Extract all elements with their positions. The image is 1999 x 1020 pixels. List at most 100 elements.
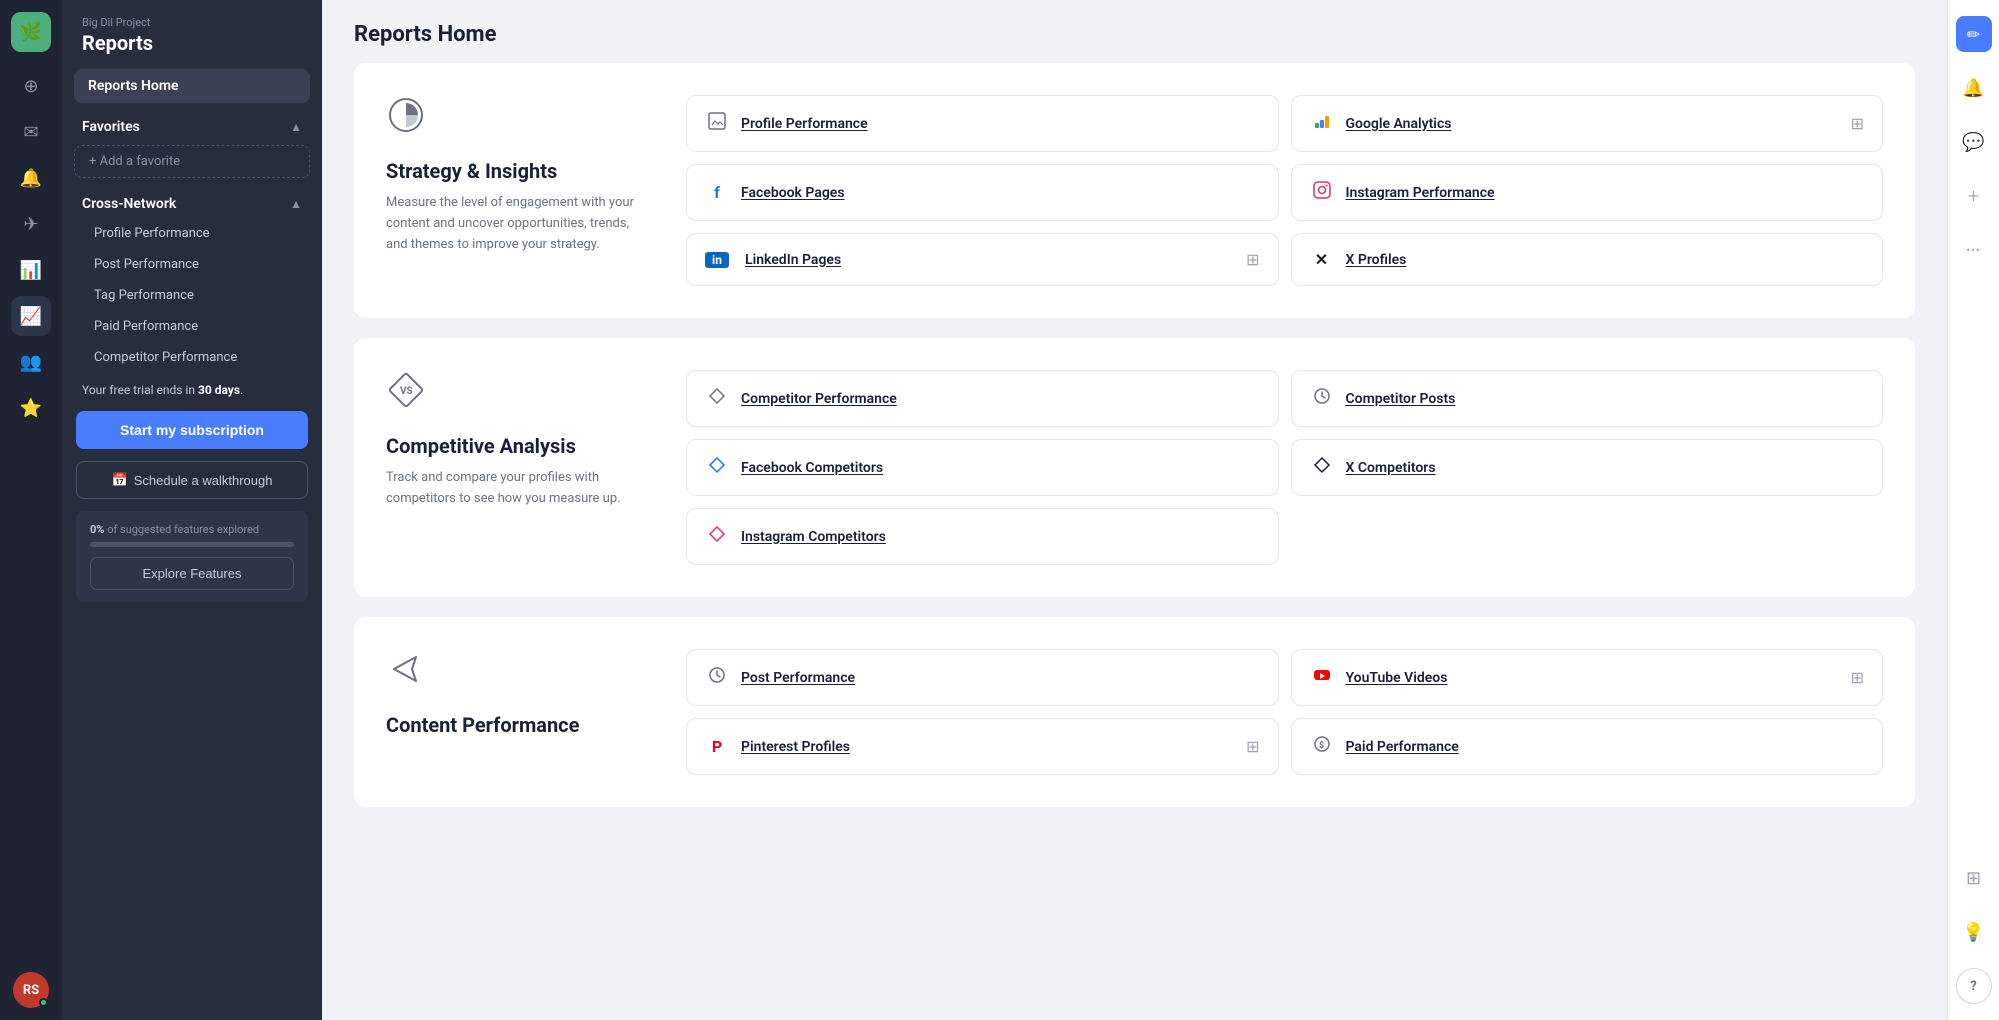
progress-card: 0% of suggested features explored Explor…: [76, 511, 308, 602]
competitor-performance-icon: [705, 387, 729, 410]
google-analytics-icon: [1310, 112, 1334, 135]
report-facebook-competitors[interactable]: Facebook Competitors: [686, 439, 1279, 496]
report-profile-performance[interactable]: Profile Performance: [686, 95, 1279, 152]
competitive-title: Competitive Analysis: [386, 434, 646, 458]
facebook-competitors-icon: [705, 456, 729, 479]
cross-network-chevron[interactable]: ▲: [290, 197, 302, 211]
report-facebook-pages[interactable]: f Facebook Pages: [686, 164, 1279, 221]
add-icon[interactable]: +: [1956, 178, 1992, 214]
instagram-competitors-label: Instagram Competitors: [741, 529, 886, 545]
more-icon[interactable]: •••: [1956, 232, 1992, 268]
paid-performance-icon: $: [1310, 735, 1334, 758]
competitive-left: VS Competitive Analysis Track and compar…: [386, 370, 646, 565]
favorites-section-header[interactable]: Favorites ▲: [62, 105, 322, 141]
nav-icon-reports[interactable]: 📈: [11, 296, 51, 336]
nav-icon-alerts[interactable]: 🔔: [11, 158, 51, 198]
x-competitors-icon: [1310, 456, 1334, 479]
progress-pct: 0%: [90, 523, 104, 536]
right-rail: ✏ 🔔 💬 + ••• ⊞ 💡 ?: [1947, 0, 1999, 1020]
youtube-videos-icon: [1310, 666, 1334, 689]
nav-reports-home[interactable]: Reports Home: [74, 69, 310, 103]
table-icon[interactable]: ⊞: [1956, 860, 1992, 896]
nav-icon-engage[interactable]: 📊: [11, 250, 51, 290]
brand-logo[interactable]: 🌿: [11, 12, 51, 52]
youtube-videos-label: YouTube Videos: [1346, 670, 1448, 686]
facebook-competitors-label: Facebook Competitors: [741, 460, 883, 476]
bulb-icon[interactable]: 💡: [1956, 914, 1992, 950]
sidebar-item-post-performance[interactable]: Post Performance: [74, 250, 310, 279]
report-x-competitors[interactable]: X Competitors: [1291, 439, 1884, 496]
youtube-videos-add[interactable]: ⊞: [1851, 668, 1864, 687]
edit-button[interactable]: ✏: [1956, 16, 1992, 52]
sidebar-title: Reports: [82, 31, 302, 55]
google-analytics-add[interactable]: ⊞: [1851, 114, 1864, 133]
nav-icon-home[interactable]: ⊕: [11, 66, 51, 106]
report-competitor-performance[interactable]: Competitor Performance: [686, 370, 1279, 427]
report-paid-performance[interactable]: $ Paid Performance: [1291, 718, 1884, 775]
instagram-competitors-icon: [705, 525, 729, 548]
content-left: Content Performance: [386, 649, 646, 775]
competitor-posts-icon: [1310, 387, 1334, 410]
linkedin-pages-add[interactable]: ⊞: [1246, 250, 1259, 269]
sidebar-item-paid-performance[interactable]: Paid Performance: [74, 312, 310, 341]
competitor-posts-label: Competitor Posts: [1346, 391, 1456, 407]
nav-icon-people[interactable]: 👥: [11, 342, 51, 382]
report-x-profiles[interactable]: ✕ X Profiles: [1291, 233, 1884, 286]
report-competitor-posts[interactable]: Competitor Posts: [1291, 370, 1884, 427]
add-favorite-button[interactable]: + Add a favorite: [74, 145, 310, 178]
favorites-label: Favorites: [82, 119, 140, 135]
cross-network-section-header[interactable]: Cross-Network ▲: [62, 182, 322, 218]
x-competitors-label: X Competitors: [1346, 460, 1436, 476]
sidebar-item-competitor-performance[interactable]: Competitor Performance: [74, 343, 310, 372]
linkedin-pages-icon: in: [705, 252, 729, 268]
report-post-performance[interactable]: Post Performance: [686, 649, 1279, 706]
help-icon[interactable]: ?: [1956, 968, 1992, 1004]
profile-performance-label: Profile Performance: [741, 116, 868, 132]
notifications-icon[interactable]: 🔔: [1956, 70, 1992, 106]
competitive-desc: Track and compare your profiles with com…: [386, 468, 646, 510]
report-youtube-videos[interactable]: YouTube Videos ⊞: [1291, 649, 1884, 706]
sidebar-item-profile-performance[interactable]: Profile Performance: [74, 219, 310, 248]
sidebar-item-tag-performance[interactable]: Tag Performance: [74, 281, 310, 310]
competitor-performance-label: Competitor Performance: [741, 391, 897, 407]
sidebar: Big Dil Project Reports Reports Home Fav…: [62, 0, 322, 1020]
nav-icon-star[interactable]: ⭐: [11, 388, 51, 428]
icon-rail: 🌿 ⊕ ✉ 🔔 ✈ 📊 📈 👥 ⭐ RS: [0, 0, 62, 1020]
strategy-desc: Measure the level of engagement with you…: [386, 193, 646, 255]
chat-icon[interactable]: 💬: [1956, 124, 1992, 160]
content-icon: [386, 649, 646, 697]
online-indicator: [39, 998, 48, 1007]
post-performance-icon: [705, 666, 729, 689]
main-content: Reports Home Strategy & Insights Measure…: [322, 0, 1947, 1020]
competitive-section: VS Competitive Analysis Track and compar…: [354, 338, 1915, 597]
facebook-pages-label: Facebook Pages: [741, 185, 845, 201]
pinterest-profiles-add[interactable]: ⊞: [1246, 737, 1259, 756]
content-section: Content Performance Post Performance: [354, 617, 1915, 807]
report-instagram-competitors[interactable]: Instagram Competitors: [686, 508, 1279, 565]
nav-icon-publish[interactable]: ✈: [11, 204, 51, 244]
progress-label: 0% of suggested features explored: [90, 523, 294, 536]
report-linkedin-pages[interactable]: in LinkedIn Pages ⊞: [686, 233, 1279, 286]
start-subscription-button[interactable]: Start my subscription: [76, 411, 308, 449]
nav-icon-inbox[interactable]: ✉: [11, 112, 51, 152]
report-google-analytics[interactable]: Google Analytics ⊞: [1291, 95, 1884, 152]
strategy-grid: Profile Performance Google Analytics: [686, 95, 1883, 286]
pinterest-profiles-icon: P: [705, 737, 729, 756]
trial-days: 30 days: [198, 383, 240, 397]
explore-features-button[interactable]: Explore Features: [90, 557, 294, 590]
content-grid: Post Performance YouTube Videos ⊞ P: [686, 649, 1883, 775]
report-pinterest-profiles[interactable]: P Pinterest Profiles ⊞: [686, 718, 1279, 775]
progress-bar-background: [90, 542, 294, 547]
linkedin-pages-label: LinkedIn Pages: [745, 252, 841, 268]
google-analytics-label: Google Analytics: [1346, 116, 1452, 132]
svg-text:VS: VS: [400, 386, 413, 397]
svg-text:$: $: [1319, 740, 1324, 751]
page-title: Reports Home: [322, 0, 1947, 63]
favorites-chevron[interactable]: ▲: [290, 120, 302, 134]
schedule-walkthrough-button[interactable]: 📅 Schedule a walkthrough: [76, 461, 308, 499]
project-label: Big Dil Project: [82, 16, 302, 29]
strategy-icon: [386, 95, 646, 143]
report-instagram-performance[interactable]: Instagram Performance: [1291, 164, 1884, 221]
user-avatar[interactable]: RS: [13, 972, 49, 1008]
x-profiles-label: X Profiles: [1346, 252, 1407, 268]
